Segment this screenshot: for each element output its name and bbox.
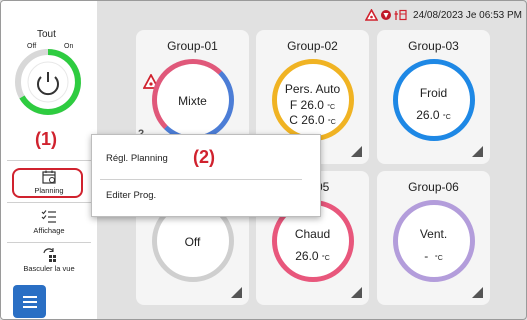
power-icon — [15, 49, 81, 115]
annotation-2: (2) — [193, 147, 215, 167]
group-tile[interactable]: Group-06 Vent. - °C — [377, 171, 490, 305]
mode-ring — [393, 200, 475, 282]
all-groups-label: Tout — [37, 29, 56, 40]
corner-arrow-icon — [351, 146, 362, 157]
list-icon — [41, 210, 56, 223]
group-name: Group-01 — [167, 39, 218, 53]
corner-arrow-icon — [231, 287, 242, 298]
corner-arrow-icon — [472, 146, 483, 157]
mode-label: Vent. — [419, 227, 448, 241]
corner-arrow-icon — [351, 287, 362, 298]
switch-view-icon — [43, 248, 56, 262]
switch-view-label: Basculer la vue — [23, 264, 75, 273]
affichage-button[interactable]: Affichage — [1, 209, 97, 235]
temperature: - °C — [424, 249, 443, 263]
heat-setpoint: F 26.0 °C — [289, 98, 336, 112]
affichage-label: Affichage — [33, 226, 65, 235]
divider — [7, 242, 91, 243]
schedule-icon[interactable] — [394, 9, 407, 21]
group-name: Group-06 — [408, 180, 459, 194]
menu-item-regl-planning[interactable]: Régl. Planning — [106, 153, 168, 164]
status-bar: 24/08/2023 Je 06:53 PM — [365, 9, 522, 21]
hamburger-icon — [22, 295, 37, 298]
datetime-display: 24/08/2023 Je 06:53 PM — [413, 9, 522, 21]
mode-label: Pers. Auto — [284, 82, 341, 96]
annotation-1: (1) — [35, 129, 57, 149]
corner-arrow-icon — [472, 287, 483, 298]
temperature: 26.0 °C — [295, 249, 330, 263]
hamburger-menu-button[interactable] — [13, 285, 46, 318]
group-name: Group-03 — [408, 39, 459, 53]
group-tile[interactable]: Group-03 Froid 26.0 °C — [377, 30, 490, 164]
cool-setpoint: C 26.0 °C — [289, 113, 336, 127]
mode-ring — [393, 59, 475, 141]
mode-label: Mixte — [178, 94, 207, 108]
mode-label: Off — [184, 235, 201, 249]
divider — [7, 160, 91, 161]
shield-icon[interactable] — [380, 9, 392, 21]
sidebar: Tout Off On (1) Planning Affichage Bascu… — [1, 1, 97, 319]
group-name: Group-02 — [287, 39, 338, 53]
divider — [7, 202, 91, 203]
power-toggle[interactable] — [14, 48, 82, 116]
switch-view-button[interactable]: Basculer la vue — [1, 247, 97, 273]
planning-highlight — [12, 168, 83, 198]
divider — [100, 179, 302, 180]
mode-label: Froid — [419, 86, 448, 100]
alert-icon[interactable] — [365, 9, 379, 21]
menu-item-editer-prog[interactable]: Editer Prog. — [106, 190, 156, 201]
temperature: 26.0 °C — [416, 108, 451, 122]
app-window: Tout Off On (1) Planning Affichage Bascu… — [0, 0, 527, 320]
mode-label: Chaud — [294, 227, 331, 241]
